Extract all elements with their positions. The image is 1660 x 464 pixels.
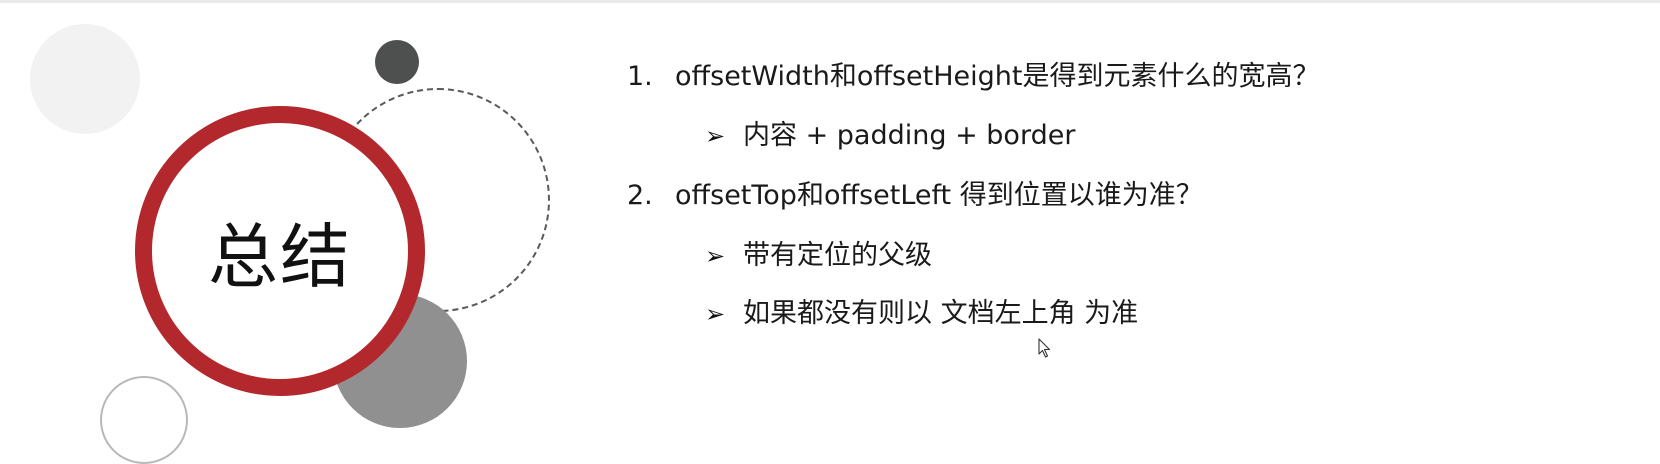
answer-text: 如果都没有则以 文档左上角 为准: [743, 298, 1139, 329]
question-item: 1. offsetWidth和offsetHeight是得到元素什么的宽高？: [627, 54, 1319, 93]
question-number: 1.: [627, 61, 653, 92]
decorative-light-circle: [30, 24, 140, 134]
question-text: offsetTop和offsetLeft 得到位置以谁为准？: [675, 180, 1203, 211]
slide-title: 总结: [208, 215, 352, 298]
question-item: 2. offsetTop和offsetLeft 得到位置以谁为准？: [627, 173, 1203, 212]
mouse-pointer-icon: [1038, 338, 1051, 358]
answer-text: 带有定位的父级: [743, 240, 932, 271]
answer-item: ➢ 带有定位的父级: [705, 233, 932, 272]
answer-text: 内容 + padding + border: [743, 120, 1076, 151]
arrowhead-bullet-icon: ➢: [705, 122, 726, 150]
question-text: offsetWidth和offsetHeight是得到元素什么的宽高？: [675, 61, 1320, 92]
top-divider: [0, 0, 1660, 3]
arrowhead-bullet-icon: ➢: [705, 242, 726, 270]
decorative-dark-circle: [375, 40, 419, 84]
title-ring: 总结: [135, 106, 425, 396]
arrowhead-bullet-icon: ➢: [705, 300, 726, 328]
answer-item: ➢ 内容 + padding + border: [705, 113, 1075, 152]
decorative-outline-circle: [100, 376, 188, 464]
answer-item: ➢ 如果都没有则以 文档左上角 为准: [705, 291, 1138, 330]
question-number: 2.: [627, 180, 653, 211]
